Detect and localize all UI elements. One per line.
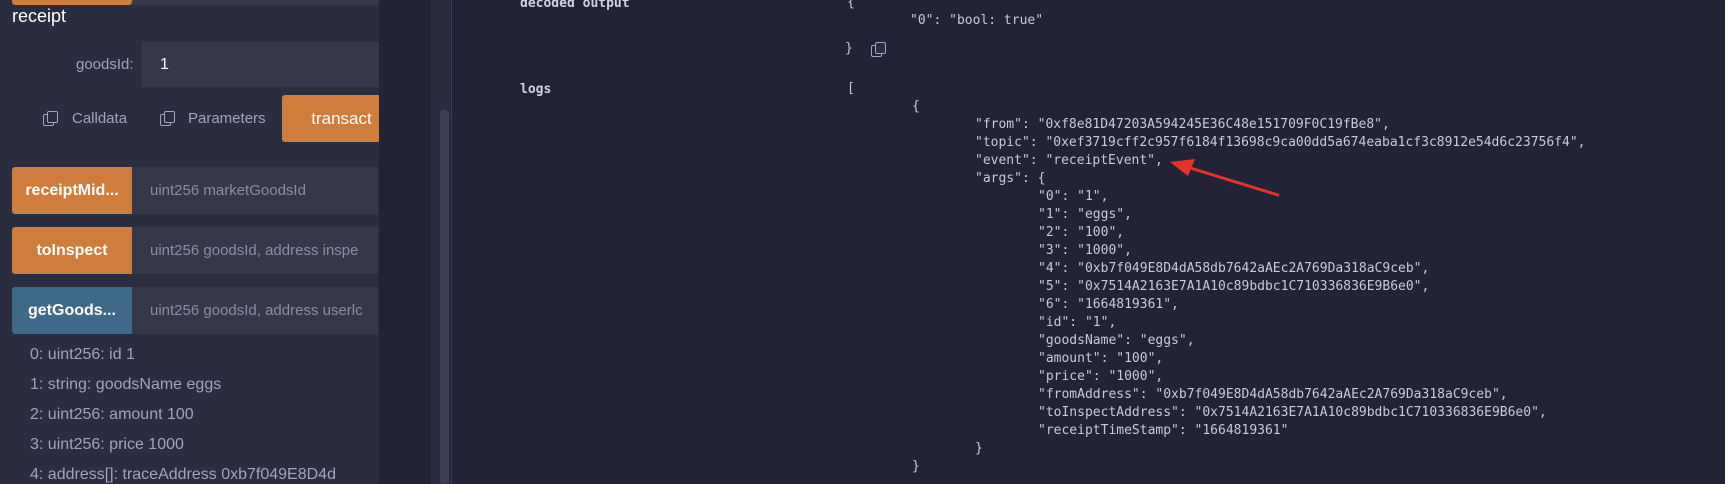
previous-function-button[interactable] (12, 0, 132, 5)
log-line: "2": "100", (1038, 225, 1125, 240)
to-inspect-input[interactable]: uint256 goodsId, address inspe (132, 227, 378, 274)
goods-id-label: goodsId: (76, 56, 134, 73)
result-line: 2: uint256: amount 100 (30, 406, 194, 423)
log-line: "from": "0xf8e81D47203A594245E36C48e1517… (975, 117, 1390, 132)
parameters-button[interactable]: Parameters (188, 110, 266, 127)
log-line: "amount": "100", (1038, 351, 1164, 366)
log-line: } (912, 459, 920, 474)
log-line: "price": "1000", (1038, 369, 1164, 384)
decoded-line: "0": "bool: true" (910, 13, 1044, 28)
log-line: "toInspectAddress": "0x7514A2163E7A1A10c… (1038, 405, 1547, 420)
scrollbar-thumb[interactable] (440, 110, 449, 484)
section-title: receipt (12, 6, 67, 26)
decoded-output-label: decoded output (520, 0, 630, 11)
log-line: "1": "eggs", (1038, 207, 1132, 222)
get-goods-input[interactable]: uint256 goodsId, address userlс (132, 287, 378, 334)
log-line: "0": "1", (1038, 189, 1109, 204)
decoded-line: } (845, 41, 853, 56)
log-line: } (975, 441, 983, 456)
receipt-mid-button[interactable]: receiptMid... (12, 167, 132, 214)
copy-parameters-icon[interactable] (160, 111, 175, 126)
log-line: "args": { (975, 171, 1046, 186)
panel-divider (451, 0, 452, 484)
get-goods-button[interactable]: getGoods... (12, 287, 132, 334)
log-line: "3": "1000", (1038, 243, 1132, 258)
log-line: [ (847, 81, 855, 96)
receipt-mid-input[interactable]: uint256 marketGoodsId (132, 167, 378, 214)
log-line: "5": "0x7514A2163E7A1A10c89bdbc1C7103368… (1038, 279, 1430, 294)
transact-button[interactable]: transact (282, 95, 379, 142)
log-line: "goodsName": "eggs", (1038, 333, 1195, 348)
function-panel: receipt ⌃ goodsId: 1 Calldata Parameters… (0, 0, 379, 484)
copy-output-icon[interactable] (871, 42, 886, 57)
annotation-arrow-icon (1170, 159, 1280, 197)
decoded-line: { (847, 0, 855, 10)
log-line: "event": "receiptEvent", (975, 153, 1163, 168)
copy-calldata-icon[interactable] (43, 111, 58, 126)
log-line: "topic": "0xef3719cff2c957f6184f13698c9c… (975, 135, 1586, 150)
result-line: 1: string: goodsName eggs (30, 376, 222, 393)
result-line: 0: uint256: id 1 (30, 346, 135, 363)
previous-function-input[interactable] (132, 0, 378, 5)
log-line: "4": "0xb7f049E8D4dA58db7642aAEc2A769Da3… (1038, 261, 1430, 276)
result-line: 3: uint256: price 1000 (30, 436, 184, 453)
logs-label: logs (520, 82, 552, 97)
log-line: { (912, 99, 920, 114)
log-line: "6": "1664819361", (1038, 297, 1179, 312)
log-line: "receiptTimeStamp": "1664819361" (1038, 423, 1289, 438)
calldata-button[interactable]: Calldata (72, 110, 127, 127)
result-line: 4: address[]: traceAddress 0xb7f049E8D4d (30, 466, 336, 483)
to-inspect-button[interactable]: toInspect (12, 227, 132, 274)
goods-id-input[interactable]: 1 (142, 42, 379, 87)
log-line: "id": "1", (1038, 315, 1117, 330)
log-line: "fromAddress": "0xb7f049E8D4dA58db7642aA… (1038, 387, 1508, 402)
